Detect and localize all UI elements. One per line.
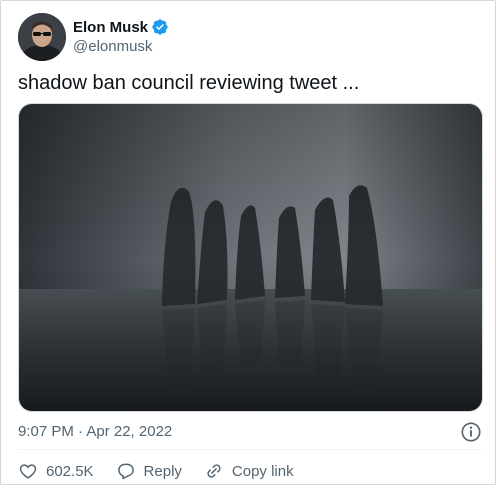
- display-name[interactable]: Elon Musk: [73, 19, 148, 36]
- info-icon[interactable]: [460, 421, 482, 443]
- tweet-timestamp[interactable]: 9:07 PM · Apr 22, 2022: [18, 423, 172, 440]
- copy-link-button[interactable]: Copy link: [204, 461, 294, 481]
- heart-icon: [19, 464, 37, 479]
- tweet-image[interactable]: [18, 103, 483, 412]
- reply-icon: [117, 463, 134, 480]
- link-icon: [207, 464, 221, 478]
- avatar[interactable]: [18, 13, 66, 61]
- author-names: Elon Musk @elonmusk: [73, 17, 169, 57]
- handle[interactable]: @elonmusk: [73, 37, 169, 57]
- tweet-actions: 602.5K Reply Copy link: [18, 461, 316, 481]
- verified-badge-icon: [151, 18, 169, 36]
- like-button[interactable]: 602.5K: [18, 461, 94, 481]
- divider: [18, 449, 481, 450]
- name-row: Elon Musk: [73, 17, 169, 37]
- copy-link-label: Copy link: [231, 462, 294, 480]
- tweet-header: Elon Musk @elonmusk: [18, 13, 169, 61]
- like-count: 602.5K: [46, 462, 94, 480]
- tweet-card: Elon Musk @elonmusk shadow ban council r…: [0, 0, 496, 485]
- tweet-text: shadow ban council reviewing tweet ...: [18, 72, 360, 94]
- reply-label: Reply: [143, 462, 182, 480]
- reply-button[interactable]: Reply: [116, 461, 182, 481]
